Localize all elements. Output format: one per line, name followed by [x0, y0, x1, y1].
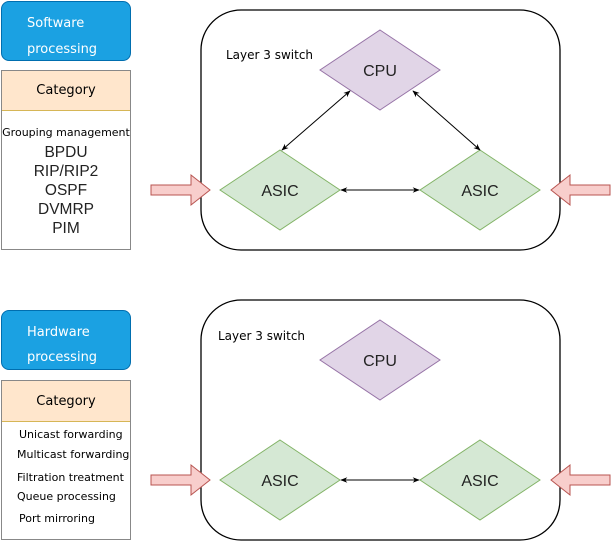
layer3-switch-label: Layer 3 switch [218, 329, 305, 343]
layer3-switch-label: Layer 3 switch [226, 48, 313, 62]
asic-right-label: ASIC [461, 473, 498, 490]
switch-diagrams: Layer 3 switch CPU ASIC ASIC Layer 3 swi… [150, 9, 611, 541]
bottom-switch-diagram: Layer 3 switch CPU ASIC ASIC [150, 299, 611, 541]
top-switch-diagram: Layer 3 switch CPU ASIC ASIC [150, 9, 611, 251]
asic-right-label: ASIC [461, 183, 498, 200]
cpu-label: CPU [363, 63, 397, 80]
asic-left-label: ASIC [261, 183, 298, 200]
asic-left-label: ASIC [261, 473, 298, 490]
cpu-label: CPU [363, 353, 397, 370]
